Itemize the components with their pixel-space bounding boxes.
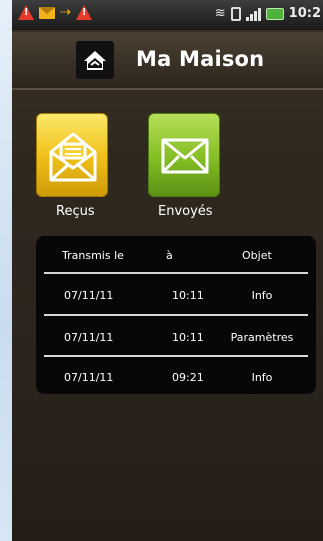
- sent-button[interactable]: [148, 113, 220, 197]
- status-bar: ⇢ ≋ 10:2: [12, 0, 323, 30]
- battery-icon: [265, 7, 284, 20]
- header-subject: Objet: [242, 249, 272, 262]
- row-date: 07/11/11: [64, 371, 114, 384]
- app-title-bar: Ma Maison: [12, 32, 323, 90]
- warning-icon: [18, 5, 34, 20]
- table-divider: [44, 272, 308, 274]
- row-subject: Paramètres: [230, 331, 294, 344]
- row-date: 07/11/11: [64, 289, 114, 302]
- row-subject: Info: [251, 289, 273, 302]
- phone-screen: ⇢ ≋ 10:2: [12, 0, 323, 541]
- status-time: 10:2: [288, 6, 321, 21]
- messages-table: Transmis le à Objet 07/11/11 10:11 Info …: [36, 236, 316, 394]
- page-frame: ⇢ ≋ 10:2: [0, 0, 323, 541]
- envelope-icon: [161, 138, 209, 174]
- signal-icon: [245, 7, 261, 21]
- open-envelope-icon: [49, 132, 97, 182]
- table-header: Transmis le à Objet: [36, 240, 316, 270]
- row-subject: Info: [251, 371, 273, 384]
- header-date: Transmis le: [62, 249, 124, 262]
- wifi-icon: ≋: [214, 5, 226, 21]
- mail-icon: [39, 6, 55, 19]
- received-button[interactable]: [36, 113, 108, 197]
- table-divider: [44, 314, 308, 316]
- table-row[interactable]: 07/11/11 09:21 Info: [36, 362, 316, 392]
- row-date: 07/11/11: [64, 331, 114, 344]
- house-logo-icon: [76, 41, 114, 79]
- row-time: 10:11: [172, 331, 204, 344]
- phone-icon: [230, 6, 241, 21]
- received-label: Reçus: [56, 204, 95, 219]
- row-time: 10:11: [172, 289, 204, 302]
- table-row[interactable]: 07/11/11 10:11 Paramètres: [36, 322, 316, 352]
- header-time: à: [166, 249, 173, 262]
- app-title: Ma Maison: [136, 47, 265, 71]
- row-time: 09:21: [172, 371, 204, 384]
- table-row[interactable]: 07/11/11 10:11 Info: [36, 280, 316, 310]
- sent-label: Envoyés: [158, 204, 213, 219]
- table-divider: [44, 355, 308, 357]
- usb-icon: ⇢: [60, 4, 71, 20]
- warning-icon: [75, 5, 92, 20]
- status-indicators: ≋ 10:2: [215, 6, 321, 21]
- status-notifications: ⇢: [18, 5, 92, 20]
